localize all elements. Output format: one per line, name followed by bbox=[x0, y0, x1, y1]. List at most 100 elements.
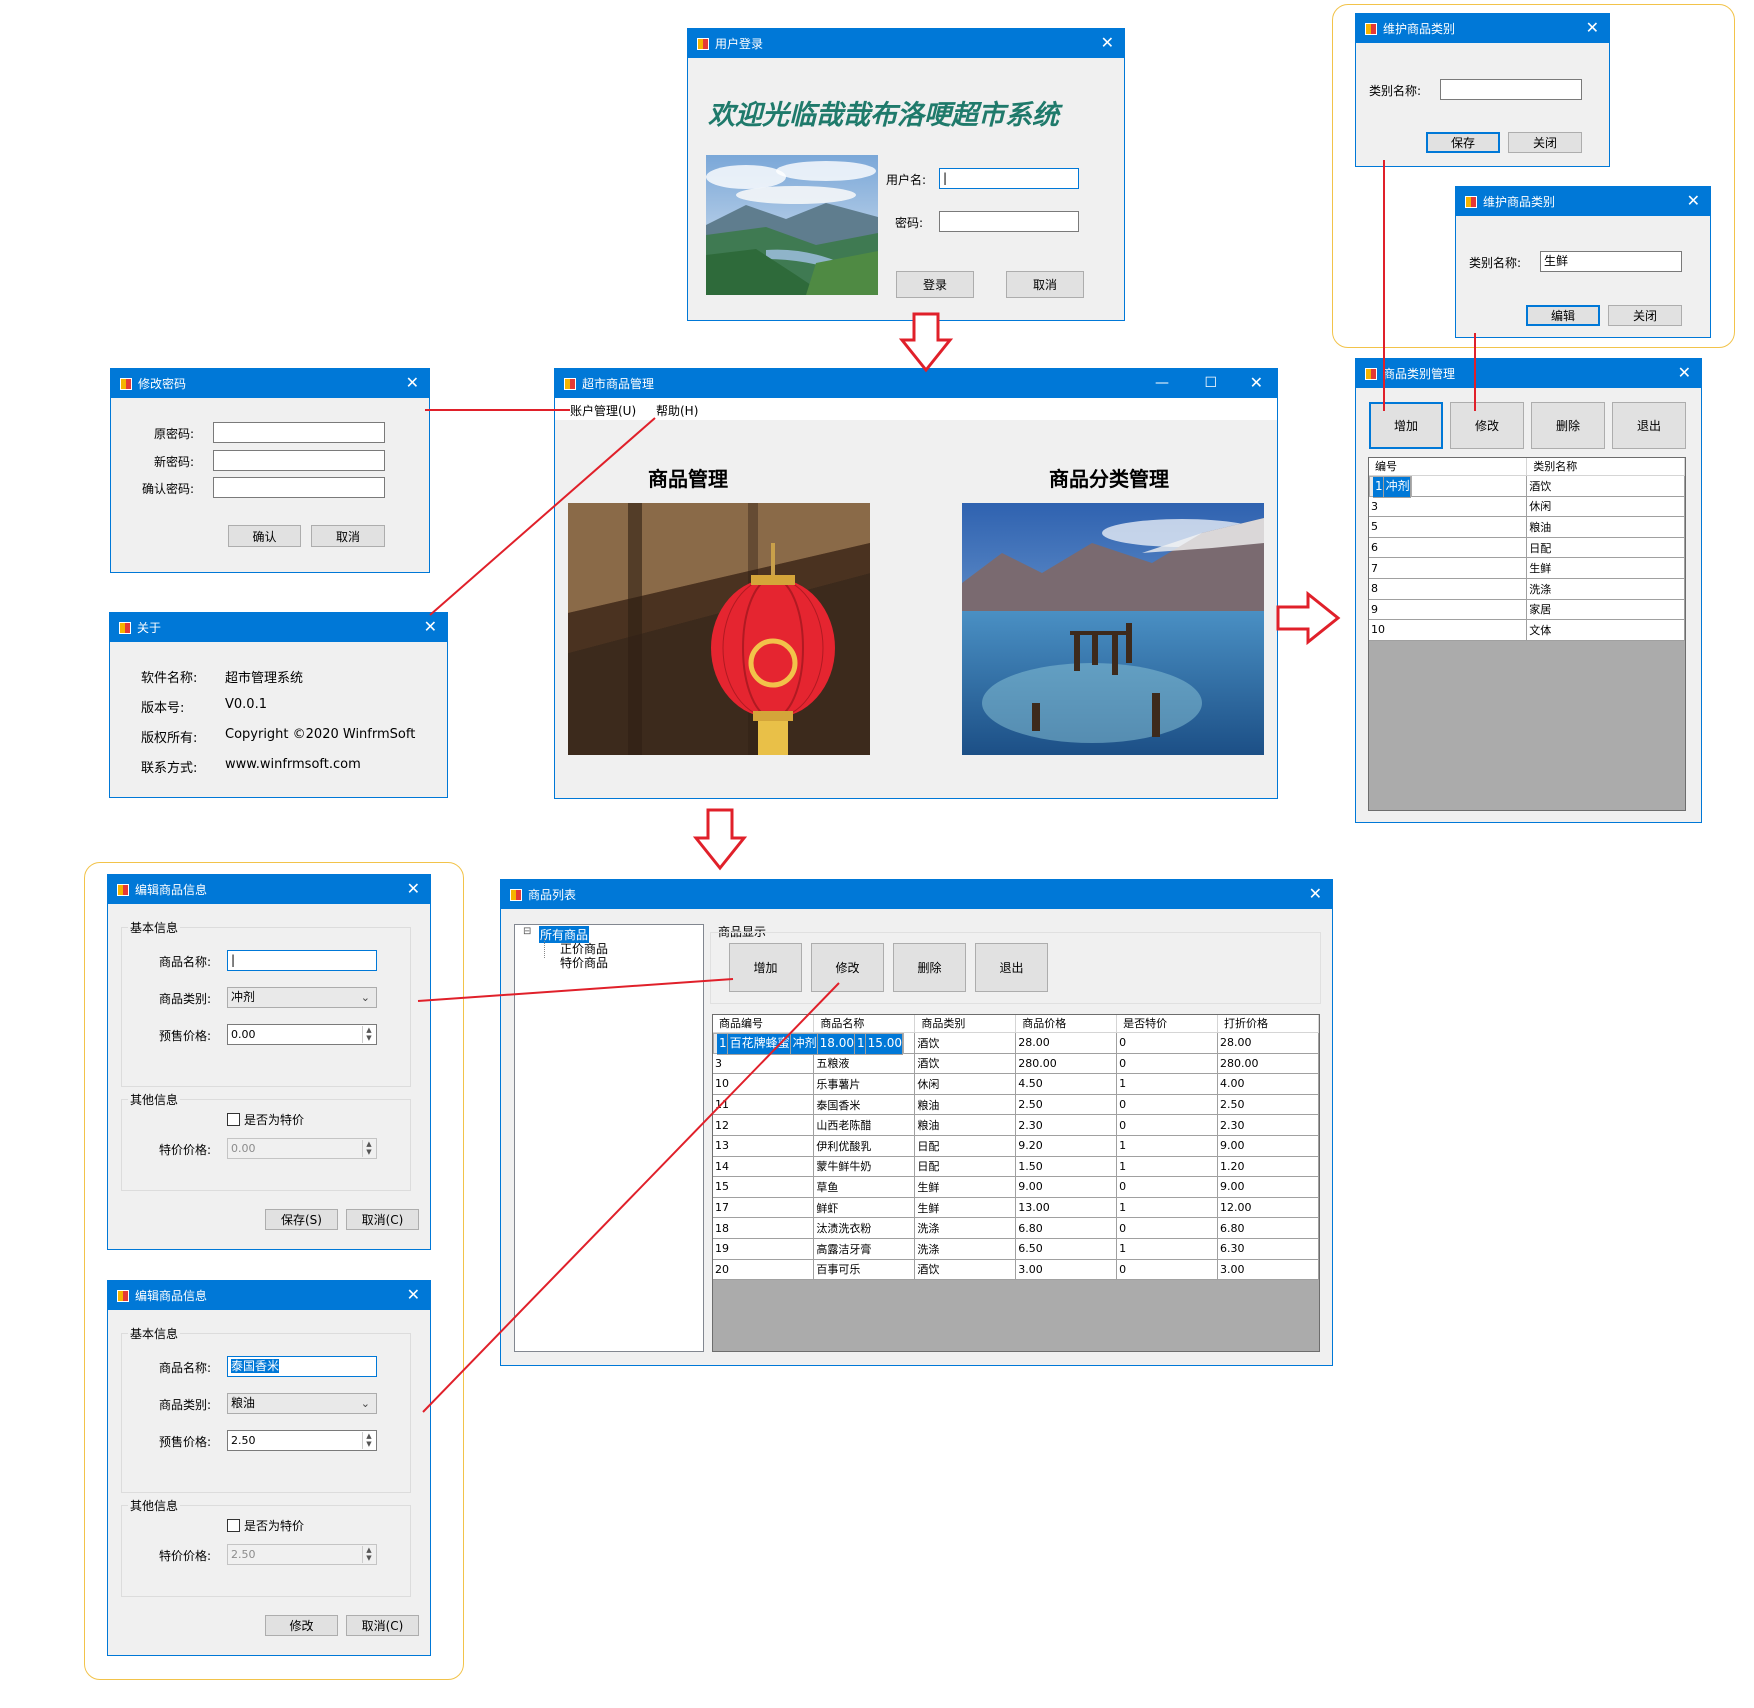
product-cell[interactable]: 10 bbox=[713, 1073, 815, 1095]
product-cell[interactable]: 酒饮 bbox=[914, 1032, 1017, 1054]
product-cell[interactable]: 高露洁牙膏 bbox=[813, 1238, 916, 1260]
spin-arrows-icon[interactable]: ▲ ▼ bbox=[362, 1546, 375, 1563]
product-cell[interactable]: 2.50 bbox=[1217, 1094, 1319, 1116]
category-cell[interactable]: 7 bbox=[1369, 557, 1528, 579]
cancel-button[interactable]: 取消(C) bbox=[346, 1209, 419, 1230]
product-cell[interactable]: 20 bbox=[713, 1259, 815, 1281]
category-add-button[interactable]: 增加 bbox=[1369, 402, 1443, 449]
table-row[interactable]: 12 山西老陈醋 粮油 2.30 0 2.30 bbox=[713, 1114, 1319, 1136]
product-cell[interactable]: 1.50 bbox=[1015, 1156, 1118, 1178]
product-cell[interactable]: 蒙牛鲜牛奶 bbox=[813, 1156, 916, 1178]
product-table[interactable]: 商品编号 商品名称 商品类别 商品价格 是否特价 打折价格 1 百花牌蜂蜜 冲剂 18.00 1 1… bbox=[712, 1014, 1320, 1352]
column-header[interactable]: 商品价格 bbox=[1015, 1015, 1118, 1033]
product-tree[interactable]: ⊟ 所有商品 正价商品 特价商品 bbox=[514, 924, 704, 1352]
table-row[interactable]: 20 百事可乐 酒饮 3.00 0 3.00 bbox=[713, 1259, 1319, 1281]
product-cell[interactable]: 0 bbox=[1116, 1032, 1219, 1054]
product-cell[interactable]: 28.00 bbox=[1015, 1032, 1118, 1054]
close-icon[interactable]: ✕ bbox=[1586, 18, 1599, 38]
category-cell[interactable]: 10 bbox=[1369, 619, 1528, 641]
menu-help[interactable]: 帮助(H) bbox=[656, 402, 698, 419]
product-cell[interactable]: 山西老陈醋 bbox=[813, 1114, 916, 1136]
table-row[interactable]: 15 草鱼 生鲜 9.00 0 9.00 bbox=[713, 1176, 1319, 1198]
special-price-stepper[interactable]: 2.50 ▲ ▼ bbox=[227, 1544, 377, 1565]
category-grid[interactable]: 编号类别名称 1冲剂2酒饮3休闲5粮油6日配7生鲜8洗涤9家居10文体 bbox=[1369, 458, 1685, 641]
product-cell[interactable]: 1 bbox=[717, 1033, 728, 1055]
category-cell[interactable]: 文体 bbox=[1526, 619, 1685, 641]
category-cell[interactable]: 9 bbox=[1369, 599, 1528, 621]
product-cell[interactable]: 6.80 bbox=[1217, 1217, 1319, 1239]
category-edit-close-button[interactable]: 关闭 bbox=[1608, 305, 1682, 326]
category-cell[interactable]: 洗涤 bbox=[1526, 578, 1685, 600]
product-cell[interactable]: 280.00 bbox=[1217, 1053, 1319, 1075]
table-row[interactable]: 13 伊利优酸乳 日配 9.20 1 9.00 bbox=[713, 1135, 1319, 1157]
product-cell[interactable]: 28.00 bbox=[1217, 1032, 1319, 1054]
product-exit-button[interactable]: 退出 bbox=[975, 943, 1048, 992]
category-edit-button[interactable]: 编辑 bbox=[1526, 305, 1600, 326]
tree-collapse-icon[interactable]: ⊟ bbox=[523, 926, 531, 937]
table-row[interactable]: 19 高露洁牙膏 洗涤 6.50 1 6.30 bbox=[713, 1238, 1319, 1260]
product-cell[interactable]: 9.20 bbox=[1015, 1135, 1118, 1157]
table-row[interactable]: 11 泰国香米 粮油 2.50 0 2.50 bbox=[713, 1094, 1319, 1116]
category-cell[interactable]: 6 bbox=[1369, 537, 1528, 559]
cancel-button[interactable]: 取消(C) bbox=[346, 1615, 419, 1636]
spin-arrows-icon[interactable]: ▲ ▼ bbox=[362, 1026, 375, 1043]
category-cell[interactable]: 粮油 bbox=[1526, 516, 1685, 538]
category-save-button[interactable]: 保存 bbox=[1426, 132, 1500, 153]
product-cell[interactable]: 1 bbox=[1116, 1135, 1219, 1157]
table-row[interactable]: 5 粮油 bbox=[1369, 516, 1685, 538]
product-cell[interactable]: 1 bbox=[1116, 1073, 1219, 1095]
close-icon[interactable]: ✕ bbox=[1250, 373, 1263, 393]
product-cell[interactable]: 2.30 bbox=[1015, 1114, 1118, 1136]
product-cell[interactable]: 1 bbox=[1116, 1238, 1219, 1260]
product-cell[interactable]: 休闲 bbox=[914, 1073, 1017, 1095]
product-add-button[interactable]: 增加 bbox=[729, 943, 802, 992]
save-button[interactable]: 保存(S) bbox=[265, 1209, 338, 1230]
product-cell[interactable]: 生鲜 bbox=[914, 1176, 1017, 1198]
lake-landscape-image[interactable] bbox=[962, 503, 1264, 755]
product-cell[interactable]: 9.00 bbox=[1217, 1135, 1319, 1157]
table-row[interactable]: 10 乐事薯片 休闲 4.50 1 4.00 bbox=[713, 1073, 1319, 1095]
category-cell[interactable]: 8 bbox=[1369, 578, 1528, 600]
table-row[interactable]: 1 冲剂 bbox=[1369, 475, 1412, 498]
product-cell[interactable]: 1 bbox=[854, 1033, 866, 1055]
close-icon[interactable]: ✕ bbox=[407, 1285, 420, 1305]
special-price-stepper[interactable]: 0.00 ▲ ▼ bbox=[227, 1138, 377, 1159]
category-cell[interactable]: 生鲜 bbox=[1526, 557, 1685, 579]
product-category-select[interactable]: 冲剂 ⌄ bbox=[227, 987, 377, 1008]
confirm-button[interactable]: 确认 bbox=[228, 525, 301, 547]
product-cell[interactable]: 冲剂 bbox=[790, 1033, 818, 1055]
close-icon[interactable]: ✕ bbox=[424, 617, 437, 637]
product-cell[interactable]: 草鱼 bbox=[813, 1176, 916, 1198]
product-cell[interactable]: 五粮液 bbox=[813, 1053, 916, 1075]
close-icon[interactable]: ✕ bbox=[406, 373, 419, 393]
product-name-input[interactable]: 泰国香米 bbox=[227, 1356, 377, 1377]
close-icon[interactable]: ✕ bbox=[1687, 191, 1700, 211]
product-cell[interactable]: 0 bbox=[1116, 1114, 1219, 1136]
spin-arrows-icon[interactable]: ▲ ▼ bbox=[362, 1432, 375, 1449]
login-cancel-button[interactable]: 取消 bbox=[1006, 271, 1084, 298]
product-cell[interactable]: 15 bbox=[713, 1176, 815, 1198]
product-cell[interactable]: 粮油 bbox=[914, 1114, 1017, 1136]
product-cell[interactable]: 280.00 bbox=[1015, 1053, 1118, 1075]
product-cell[interactable]: 0 bbox=[1116, 1094, 1219, 1116]
spin-arrows-icon[interactable]: ▲ ▼ bbox=[362, 1140, 375, 1157]
product-cell[interactable]: 6.50 bbox=[1015, 1238, 1118, 1260]
table-row[interactable]: 7 生鲜 bbox=[1369, 557, 1685, 579]
confirm-password-input[interactable] bbox=[213, 477, 385, 498]
username-input[interactable]: | bbox=[939, 168, 1079, 189]
product-cell[interactable]: 3.00 bbox=[1015, 1259, 1118, 1281]
category-cell[interactable]: 5 bbox=[1369, 516, 1528, 538]
category-name-input[interactable]: 生鲜 bbox=[1540, 251, 1682, 272]
product-cell[interactable]: 4.00 bbox=[1217, 1073, 1319, 1095]
product-cell[interactable]: 6.30 bbox=[1217, 1238, 1319, 1260]
category-name-input[interactable] bbox=[1440, 79, 1582, 100]
product-cell[interactable]: 酒饮 bbox=[914, 1259, 1017, 1281]
product-cell[interactable]: 4.50 bbox=[1015, 1073, 1118, 1095]
table-row[interactable]: 18 汰渍洗衣粉 洗涤 6.80 0 6.80 bbox=[713, 1217, 1319, 1239]
product-cell[interactable]: 11 bbox=[713, 1094, 815, 1116]
product-edit-button[interactable]: 修改 bbox=[811, 943, 884, 992]
product-cell[interactable]: 3 bbox=[713, 1053, 815, 1075]
product-cell[interactable]: 汰渍洗衣粉 bbox=[813, 1217, 916, 1239]
table-row[interactable]: 14 蒙牛鲜牛奶 日配 1.50 1 1.20 bbox=[713, 1156, 1319, 1178]
product-cell[interactable]: 洗涤 bbox=[914, 1217, 1017, 1239]
